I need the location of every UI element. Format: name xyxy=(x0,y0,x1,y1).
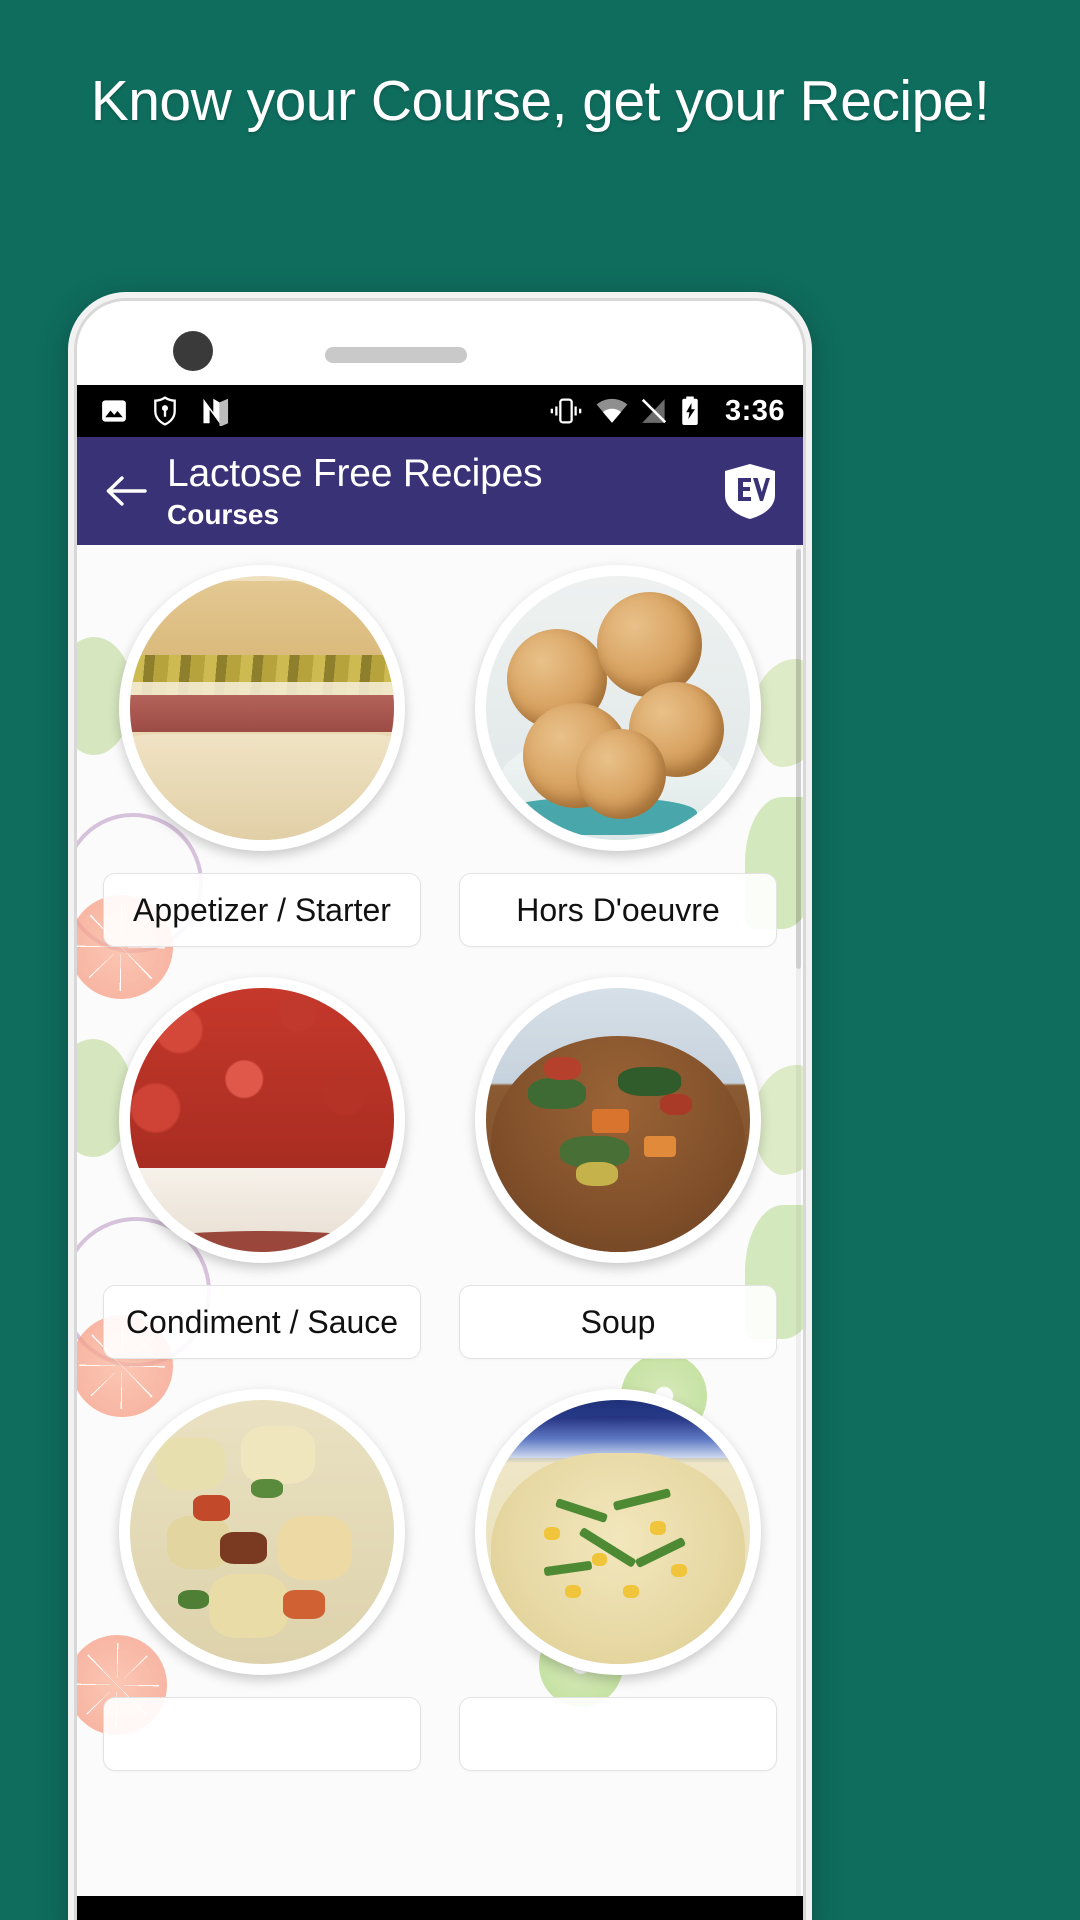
status-bar-clock: 3:36 xyxy=(724,394,785,427)
corn-chowder-food-image xyxy=(486,1400,750,1664)
status-bar-right-icons: 3:36 xyxy=(549,395,785,428)
course-card[interactable]: Hors D'oeuvre xyxy=(451,561,785,973)
vpn-key-shield-icon xyxy=(154,396,176,426)
course-label[interactable]: Hors D'oeuvre xyxy=(459,873,777,947)
vegetable-soup-food-image xyxy=(486,988,750,1252)
system-navigation-bar xyxy=(77,1896,803,1920)
promo-screenshot: Know your Course, get your Recipe! 3:36 … xyxy=(0,0,1080,1920)
mobile-signal-off-icon xyxy=(641,398,667,424)
course-thumbnail[interactable] xyxy=(119,1389,405,1675)
course-card[interactable] xyxy=(451,1385,785,1797)
n-logo-icon xyxy=(203,398,229,426)
arrow-left-icon xyxy=(106,476,147,506)
potato-salad-food-image xyxy=(130,1400,394,1664)
course-thumbnail[interactable] xyxy=(119,977,405,1263)
app-bar: Lactose Free Recipes Courses xyxy=(77,437,803,545)
course-card[interactable]: Appetizer / Starter xyxy=(95,561,429,973)
courses-grid: Appetizer / Starter Hors D'oeuvre Condim… xyxy=(77,545,803,1797)
course-thumbnail[interactable] xyxy=(119,565,405,851)
tomato-sauce-food-image xyxy=(130,988,394,1252)
course-label[interactable]: Soup xyxy=(459,1285,777,1359)
ev-shield-logo-icon xyxy=(725,464,775,519)
course-thumbnail[interactable] xyxy=(475,1389,761,1675)
wifi-icon xyxy=(596,398,628,423)
app-bar-titles: Lactose Free Recipes Courses xyxy=(167,451,719,532)
front-camera-icon xyxy=(173,331,213,371)
course-label[interactable] xyxy=(103,1697,421,1771)
course-label[interactable]: Condiment / Sauce xyxy=(103,1285,421,1359)
battery-charging-icon xyxy=(682,396,698,425)
course-thumbnail[interactable] xyxy=(475,977,761,1263)
course-card[interactable]: Soup xyxy=(451,973,785,1385)
sandwich-food-image xyxy=(130,576,394,840)
promo-headline: Know your Course, get your Recipe! xyxy=(90,69,990,133)
vibrate-icon xyxy=(550,398,582,424)
course-label[interactable] xyxy=(459,1697,777,1771)
page-subtitle: Courses xyxy=(167,498,280,530)
phone-screen: 3:36 Lactose Free Recipes Courses Appeti… xyxy=(74,298,806,1920)
photo-icon xyxy=(102,400,126,422)
earpiece-speaker xyxy=(325,347,467,363)
phone-top-bezel xyxy=(77,301,803,385)
course-label[interactable]: Appetizer / Starter xyxy=(103,873,421,947)
courses-list[interactable]: Appetizer / Starter Hors D'oeuvre Condim… xyxy=(77,545,803,1920)
page-title: Lactose Free Recipes xyxy=(167,451,543,495)
phone-device-frame: 3:36 Lactose Free Recipes Courses Appeti… xyxy=(68,292,812,1920)
status-bar: 3:36 xyxy=(77,385,803,437)
status-bar-left-icons xyxy=(99,396,233,426)
course-card[interactable]: Condiment / Sauce xyxy=(95,973,429,1385)
back-button[interactable] xyxy=(91,455,163,527)
course-card[interactable] xyxy=(95,1385,429,1797)
brand-logo-button[interactable] xyxy=(719,460,781,522)
scrollbar-thumb[interactable] xyxy=(796,549,801,969)
course-thumbnail[interactable] xyxy=(475,565,761,851)
fried-croquettes-food-image xyxy=(486,576,750,840)
